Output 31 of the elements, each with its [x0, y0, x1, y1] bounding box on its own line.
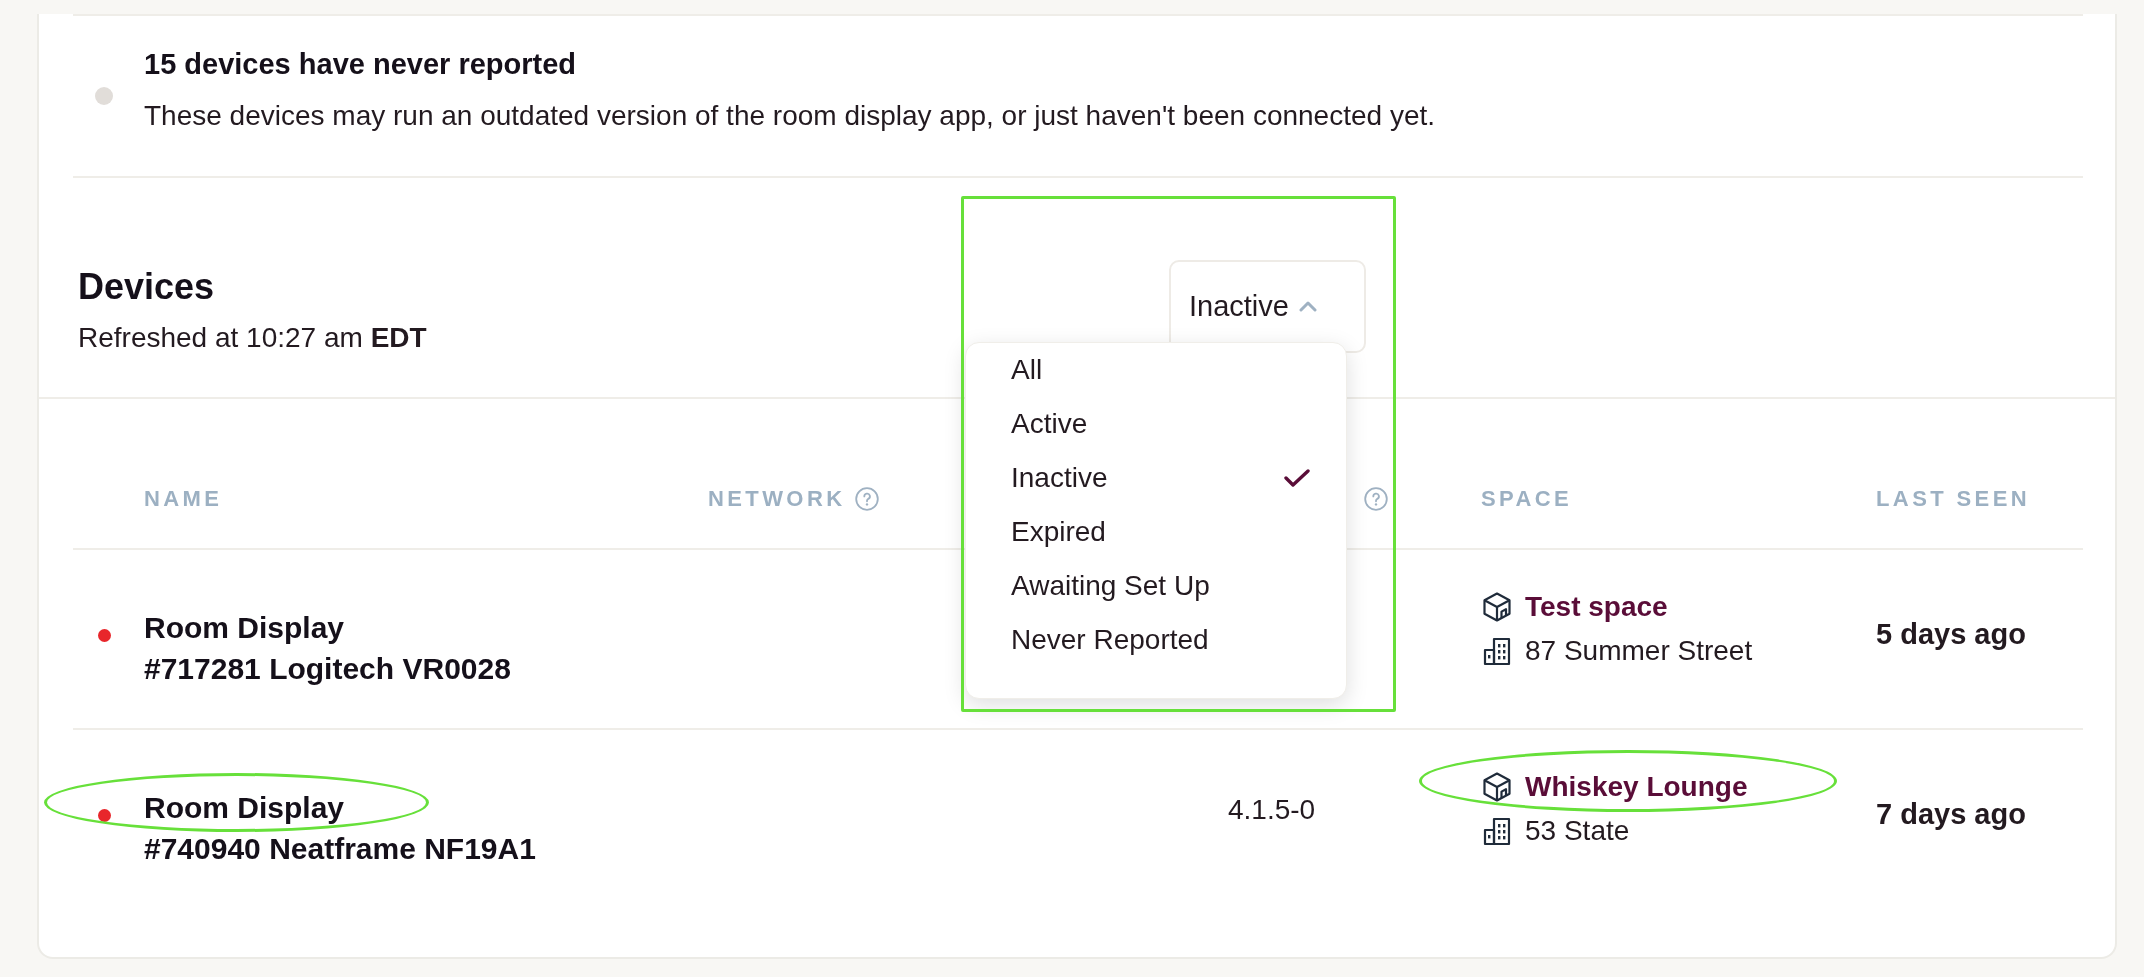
column-header: SPACE	[1481, 485, 1573, 513]
notice-title: 15 devices have never reported	[144, 47, 576, 82]
address-text: 53 State	[1525, 815, 1630, 847]
building-icon	[1481, 635, 1513, 667]
refreshed-text: Refreshed at 10:27 am EDT	[78, 321, 427, 355]
menu-item[interactable]: Awaiting Set Up	[966, 559, 1346, 613]
last-seen-text: 7 days ago	[1876, 798, 2026, 830]
menu-item[interactable]: Inactive	[966, 451, 1346, 505]
device-name: Room Display	[144, 790, 345, 826]
device-name: Room Display	[144, 610, 345, 646]
menu-item[interactable]: Active	[966, 397, 1346, 451]
help-icon[interactable]	[1364, 487, 1388, 511]
help-icon[interactable]	[855, 487, 880, 511]
device-model: #740940 Neatframe NF19A1	[144, 831, 536, 867]
address-text: 87 Summer Street	[1525, 635, 1753, 667]
cube-icon	[1481, 591, 1513, 623]
caret-icon	[1298, 301, 1317, 312]
menu-item[interactable]: Never Reported	[966, 613, 1346, 667]
cube-icon	[1481, 771, 1513, 803]
notice-text: These devices may run an outdated version of the room display app, or just haven't been connected yet.	[144, 99, 1435, 133]
column-header: NAME	[144, 485, 223, 513]
version-text: 4.1.5-0	[1228, 794, 1316, 825]
menu-item[interactable]: Expired	[966, 505, 1346, 559]
column-header: LAST SEEN	[1876, 485, 2031, 513]
last-seen-text: 5 days ago	[1876, 618, 2026, 650]
device-model: #717281 Logitech VR0028	[144, 651, 511, 687]
space-link[interactable]: Whiskey Lounge	[1525, 771, 1748, 803]
section-title: Devices	[78, 265, 215, 309]
building-icon	[1481, 815, 1513, 847]
space-link[interactable]: Test space	[1525, 591, 1668, 623]
column-header: NETWORK	[708, 485, 846, 513]
